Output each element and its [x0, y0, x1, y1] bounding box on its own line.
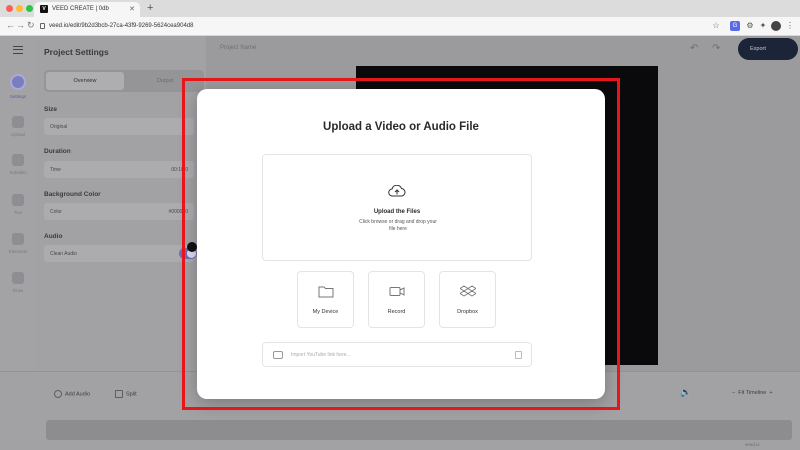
- tab-title: VEED CREATE | 0db: [52, 6, 109, 12]
- volume-icon[interactable]: 🔈: [680, 387, 691, 398]
- settings-tabs: Overview Output: [44, 70, 204, 92]
- settings-panel: Project Settings Overview Output Size Or…: [36, 36, 206, 371]
- address-bar-row: ← → ↻ veed.io/edit/9b2d3bcb-27ca-43f9-92…: [0, 17, 800, 36]
- extension-icon[interactable]: G: [730, 21, 740, 31]
- clean-audio-label: Clean Audio: [50, 251, 77, 257]
- plus-icon: [54, 390, 62, 398]
- left-rail: Settings Upload Subtitles Text Elements …: [0, 36, 36, 371]
- add-audio-button[interactable]: Add Audio: [54, 390, 90, 398]
- add-audio-label: Add Audio: [65, 391, 91, 398]
- elements-icon: [12, 233, 24, 245]
- background-color-field[interactable]: Color #000000: [44, 203, 194, 220]
- duration-label: Duration: [44, 148, 71, 155]
- url-text: veed.io/edit/9b2d3bcb-27ca-43f9-9269-562…: [49, 23, 194, 29]
- tab-close-icon[interactable]: ✕: [129, 5, 135, 13]
- fit-timeline-label: Fit Timeline: [738, 390, 767, 396]
- veed-logo-icon: V: [40, 5, 48, 13]
- undo-icon[interactable]: ↶: [690, 43, 698, 54]
- duration-field-label: Time: [50, 167, 61, 173]
- fit-timeline-select[interactable]: − Fit Timeline +: [732, 390, 773, 396]
- redo-icon[interactable]: ↷: [712, 43, 720, 54]
- watermark: veed.io: [745, 442, 760, 447]
- avatar[interactable]: [771, 21, 781, 31]
- hamburger-icon[interactable]: [13, 46, 23, 54]
- kebab-icon[interactable]: ⋮: [785, 21, 795, 31]
- rail-label: Text: [13, 210, 23, 215]
- highlight-box: [182, 78, 620, 410]
- window-maximize-button[interactable]: [26, 5, 33, 12]
- split-label: Split: [126, 391, 137, 398]
- lock-icon: [40, 23, 45, 29]
- rail-label: Settings: [9, 94, 27, 99]
- rail-label: Upload: [10, 132, 26, 137]
- new-tab-button[interactable]: +: [147, 2, 153, 14]
- subtitles-icon: [12, 154, 24, 166]
- arrow-left-icon[interactable]: ←: [6, 20, 15, 30]
- timeline-track[interactable]: [46, 420, 792, 440]
- tab-overview[interactable]: Overview: [46, 72, 124, 90]
- gear-icon: [10, 74, 26, 90]
- background-color-label: Background Color: [44, 191, 101, 198]
- rail-item-subtitles[interactable]: Subtitles: [0, 154, 36, 175]
- duration-field[interactable]: Time 00:10.0: [44, 161, 194, 178]
- settings-title: Project Settings: [44, 47, 109, 57]
- rail-label: Draw: [12, 288, 24, 293]
- window-minimize-button[interactable]: [16, 5, 23, 12]
- browser-tab[interactable]: V VEED CREATE | 0db ✕: [34, 2, 140, 17]
- clean-audio-row: Clean Audio: [44, 245, 194, 262]
- rail-label: Elements: [8, 249, 28, 254]
- star-icon[interactable]: ☆: [711, 21, 721, 31]
- split-button[interactable]: Split: [115, 390, 137, 398]
- rail-item-upload[interactable]: Upload: [0, 116, 36, 137]
- arrow-right-icon[interactable]: →: [16, 20, 25, 30]
- rail-item-text[interactable]: Text: [0, 194, 36, 215]
- export-label: Export: [750, 46, 766, 52]
- gear-icon[interactable]: ⚙: [745, 21, 755, 31]
- project-name[interactable]: Project Name: [220, 45, 256, 51]
- color-field-label: Color: [50, 209, 62, 215]
- split-icon: [115, 390, 123, 398]
- size-select[interactable]: Original: [44, 118, 194, 135]
- pen-icon: [12, 272, 24, 284]
- puzzle-icon[interactable]: ✦: [758, 21, 768, 31]
- text-icon: [12, 194, 24, 206]
- rail-item-draw[interactable]: Draw: [0, 272, 36, 293]
- export-button[interactable]: Export: [738, 38, 798, 60]
- browser-tab-bar: V VEED CREATE | 0db ✕ +: [0, 0, 800, 17]
- rail-item-elements[interactable]: Elements: [0, 233, 36, 254]
- size-value: Original: [50, 124, 68, 130]
- reload-icon[interactable]: ↻: [27, 20, 35, 31]
- image-icon: [12, 116, 24, 128]
- audio-label: Audio: [44, 233, 63, 240]
- rail-item-settings[interactable]: Settings: [0, 74, 36, 99]
- size-label: Size: [44, 106, 58, 113]
- rail-label: Subtitles: [9, 170, 27, 175]
- url-field[interactable]: veed.io/edit/9b2d3bcb-27ca-43f9-9269-562…: [38, 20, 718, 33]
- window-close-button[interactable]: [6, 5, 13, 12]
